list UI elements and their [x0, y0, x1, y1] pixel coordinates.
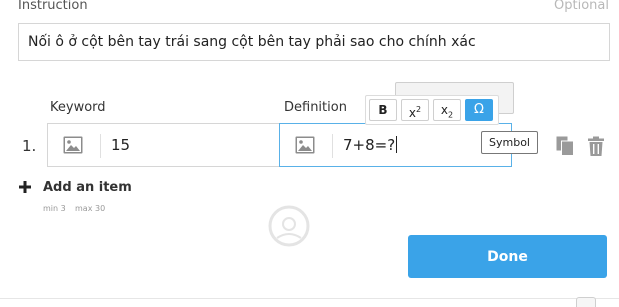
field-divider [332, 134, 333, 158]
optional-label: Optional [554, 0, 609, 13]
symbol-button[interactable]: Ω [465, 99, 493, 121]
image-icon[interactable] [63, 136, 83, 154]
min-items-label: min 3 [43, 204, 66, 213]
keyword-field[interactable]: 15 [47, 123, 281, 167]
bold-button[interactable]: B [369, 99, 397, 121]
superscript-base: x [408, 106, 416, 120]
superscript-button[interactable]: x2 [401, 99, 429, 121]
keyword-column-label: Keyword [50, 100, 106, 115]
instruction-input[interactable]: Nối ô ở cột bên tay trái sang cột bên ta… [18, 23, 610, 61]
image-icon[interactable] [295, 136, 315, 154]
superscript-exp: 2 [416, 105, 422, 114]
trash-icon[interactable] [588, 136, 604, 156]
done-button[interactable]: Done [408, 235, 607, 278]
definition-value[interactable]: 7+8=? [343, 136, 395, 154]
watermark-icon [268, 205, 310, 247]
plus-icon[interactable] [19, 181, 31, 193]
definition-column-label: Definition [284, 100, 347, 115]
add-item-link[interactable]: Add an item [43, 180, 132, 195]
field-divider [100, 134, 101, 158]
symbol-tooltip: Symbol [481, 131, 538, 154]
subscript-base: x [440, 103, 448, 117]
copy-icon[interactable] [556, 136, 574, 156]
instruction-label: Instruction [18, 0, 88, 13]
format-toolbar: B x2 x2 Ω [365, 95, 499, 125]
definition-field[interactable]: 7+8=? [279, 123, 512, 167]
subscript-exp: 2 [448, 110, 454, 120]
text-caret [396, 136, 398, 153]
item-number: 1. [22, 137, 37, 155]
definition-value-wrap[interactable]: 7+8=? [343, 136, 398, 154]
keyword-value[interactable]: 15 [111, 136, 130, 154]
max-items-label: max 30 [75, 204, 106, 213]
subscript-button[interactable]: x2 [433, 99, 461, 121]
bottom-divider [0, 298, 619, 299]
